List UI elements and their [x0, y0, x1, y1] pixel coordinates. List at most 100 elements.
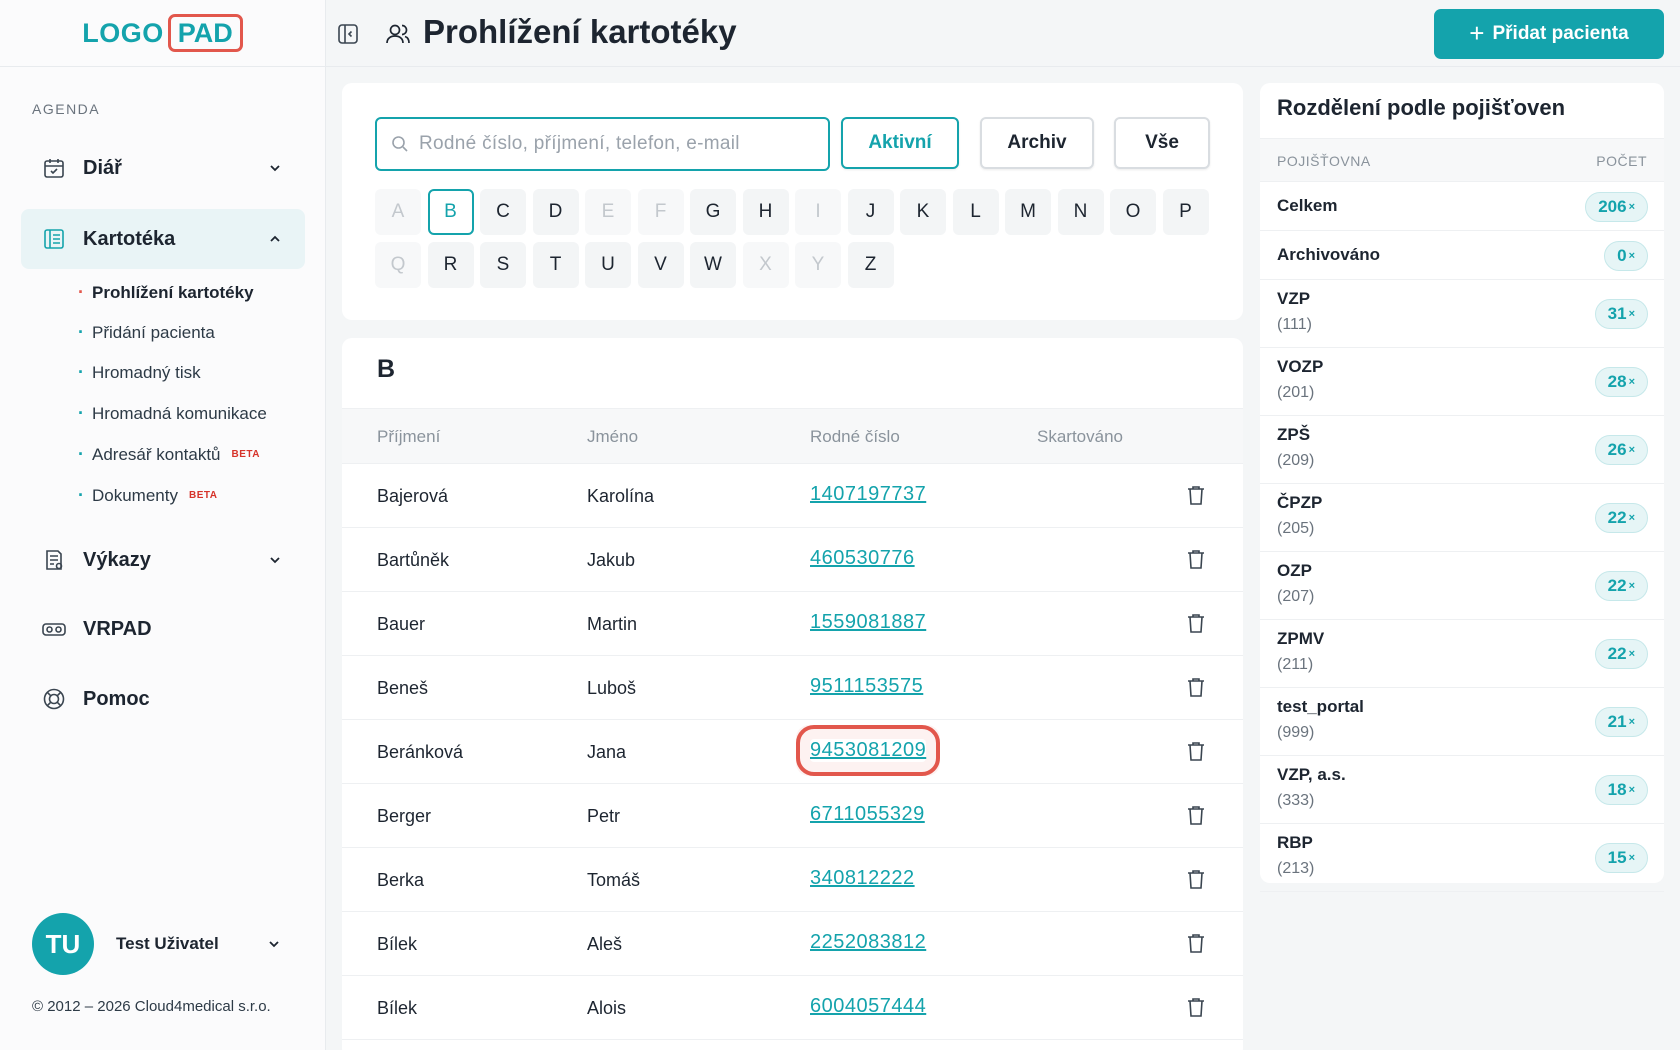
col-shredded[interactable]: Skartováno: [1037, 427, 1123, 447]
insurer-name: ZPŠ: [1277, 425, 1311, 444]
birth-number-link[interactable]: 6711055329: [810, 803, 925, 826]
add-patient-button[interactable]: + Přidat pacienta: [1434, 9, 1664, 59]
insurance-row: RBP (213) 15 ×: [1260, 824, 1664, 892]
count-value: 15: [1607, 848, 1627, 867]
letter-button-o[interactable]: O: [1110, 189, 1156, 235]
subitem-adresar-kontaktu[interactable]: Adresář kontaktů BETA: [78, 444, 260, 465]
letter-button-v[interactable]: V: [637, 242, 684, 288]
insurer-code: (211): [1277, 656, 1314, 673]
trash-icon[interactable]: [1184, 867, 1208, 891]
col-surname[interactable]: Příjmení: [377, 427, 440, 447]
search-box[interactable]: [375, 117, 830, 171]
letter-button-k[interactable]: K: [900, 189, 946, 235]
count-value: 21: [1607, 712, 1627, 731]
sidebar-item-diar[interactable]: Diář: [21, 138, 305, 198]
birth-number-link[interactable]: 1407197737: [810, 483, 926, 506]
filter-all-button[interactable]: Vše: [1114, 117, 1210, 169]
count-badge: 15 ×: [1594, 843, 1648, 873]
sidebar-item-pomoc[interactable]: Pomoc: [21, 669, 305, 729]
cell-name: Aleš: [587, 934, 623, 954]
birth-number-link[interactable]: 9511153575: [810, 675, 923, 698]
count-value: 0: [1617, 246, 1627, 265]
report-icon: [41, 547, 67, 573]
insurance-panel: Rozdělení podle pojišťoven POJIŠŤOVNA PO…: [1260, 83, 1664, 892]
chevron-up-icon: [270, 235, 280, 242]
subitem-hromadna-komunikace[interactable]: Hromadná komunikace: [78, 403, 267, 424]
trash-icon[interactable]: [1184, 675, 1208, 699]
trash-icon[interactable]: [1184, 547, 1208, 571]
table-row: Bílek Alois 6004057444: [342, 976, 1243, 1040]
count-value: 28: [1607, 372, 1627, 391]
col-name[interactable]: Jméno: [587, 427, 638, 447]
count-badge: 206 ×: [1585, 192, 1648, 222]
trash-icon[interactable]: [1184, 611, 1208, 635]
insurer-code: (201): [1277, 384, 1315, 401]
subitem-pridani-pacienta[interactable]: Přidání pacienta: [78, 322, 215, 343]
letter-button-w[interactable]: W: [690, 242, 736, 288]
group-letter-heading: B: [377, 355, 396, 383]
insurance-row: ZPŠ (209) 26 ×: [1260, 416, 1664, 484]
birth-number-link[interactable]: 1559081887: [810, 611, 926, 634]
col-insurer: POJIŠŤOVNA: [1277, 153, 1371, 169]
birth-number-link[interactable]: 460530776: [810, 547, 915, 570]
logo[interactable]: LOGO PAD: [0, 0, 325, 67]
trash-icon[interactable]: [1184, 995, 1208, 1019]
sidebar-item-label: Výkazy: [83, 548, 151, 571]
count-value: 31: [1607, 304, 1627, 323]
sidebar-item-kartoteka[interactable]: Kartotéka: [21, 209, 305, 269]
letter-button-t[interactable]: T: [532, 242, 579, 288]
table-row: Bílek Aleš 2252083812: [342, 912, 1243, 976]
letter-button-z[interactable]: Z: [847, 242, 894, 288]
letter-button-y: Y: [795, 242, 841, 288]
trash-icon[interactable]: [1184, 483, 1208, 507]
cell-name: Karolína: [587, 486, 655, 506]
subitem-dokumenty[interactable]: Dokumenty BETA: [78, 485, 217, 506]
letter-button-c[interactable]: C: [480, 189, 526, 235]
letter-button-s[interactable]: S: [480, 242, 526, 288]
vr-headset-icon: [41, 616, 67, 642]
letter-button-n[interactable]: N: [1057, 189, 1104, 235]
trash-icon[interactable]: [1184, 803, 1208, 827]
letter-button-g[interactable]: G: [690, 189, 736, 235]
search-input[interactable]: [419, 133, 809, 155]
sidebar-item-label: Diář: [83, 156, 122, 179]
trash-icon[interactable]: [1184, 931, 1208, 955]
cell-name: Tomáš: [587, 870, 641, 890]
count-suffix: ×: [1628, 852, 1635, 864]
subitem-hromadny-tisk[interactable]: Hromadný tisk: [78, 362, 201, 383]
count-badge: 26 ×: [1594, 435, 1648, 465]
subitem-label: Přidání pacienta: [92, 322, 215, 342]
trash-icon[interactable]: [1184, 739, 1208, 763]
count-value: 26: [1607, 440, 1627, 459]
letter-button-l[interactable]: L: [952, 189, 999, 235]
subitem-prohlizeni-kartoteky[interactable]: Prohlížení kartotéky: [78, 282, 254, 303]
cell-name: Luboš: [587, 678, 637, 698]
birth-number-link[interactable]: 340812222: [810, 867, 915, 890]
letter-button-b[interactable]: B: [427, 189, 474, 235]
cell-surname: Bartůněk: [377, 550, 450, 570]
letter-button-p[interactable]: P: [1162, 189, 1209, 235]
letter-button-m[interactable]: M: [1005, 189, 1051, 235]
top-header: Prohlížení kartotéky + Přidat pacienta: [326, 0, 1680, 67]
sidebar-item-vrpad[interactable]: VRPAD: [21, 599, 305, 659]
birth-number-link[interactable]: 2252083812: [810, 931, 926, 954]
insurance-row: Archivováno 0 ×: [1260, 231, 1664, 280]
filter-archive-button[interactable]: Archiv: [980, 117, 1094, 169]
birth-number-link[interactable]: 9453081209: [795, 725, 941, 776]
letter-button-h[interactable]: H: [742, 189, 789, 235]
insurer-code: (333): [1277, 792, 1315, 809]
count-badge: 21 ×: [1594, 707, 1648, 737]
birth-number-link[interactable]: 6004057444: [810, 995, 926, 1018]
sidebar-item-label: VRPAD: [83, 617, 152, 640]
letter-button-d[interactable]: D: [532, 189, 579, 235]
cell-surname: Beneš: [377, 678, 429, 698]
letter-button-j[interactable]: J: [847, 189, 894, 235]
letter-button-r[interactable]: R: [427, 242, 474, 288]
filter-active-button[interactable]: Aktivní: [841, 117, 959, 169]
filter-panel: Aktivní Archiv Vše ABCDEFGHIJKLMNOP QRSTU…: [342, 83, 1243, 320]
sidebar-item-vykazy[interactable]: Výkazy: [21, 530, 305, 590]
col-birth-number[interactable]: Rodné číslo: [810, 427, 900, 447]
letter-button-u[interactable]: U: [585, 242, 631, 288]
user-menu[interactable]: TU Test Uživatel: [32, 913, 282, 975]
sidebar-collapse-icon[interactable]: [336, 22, 360, 46]
